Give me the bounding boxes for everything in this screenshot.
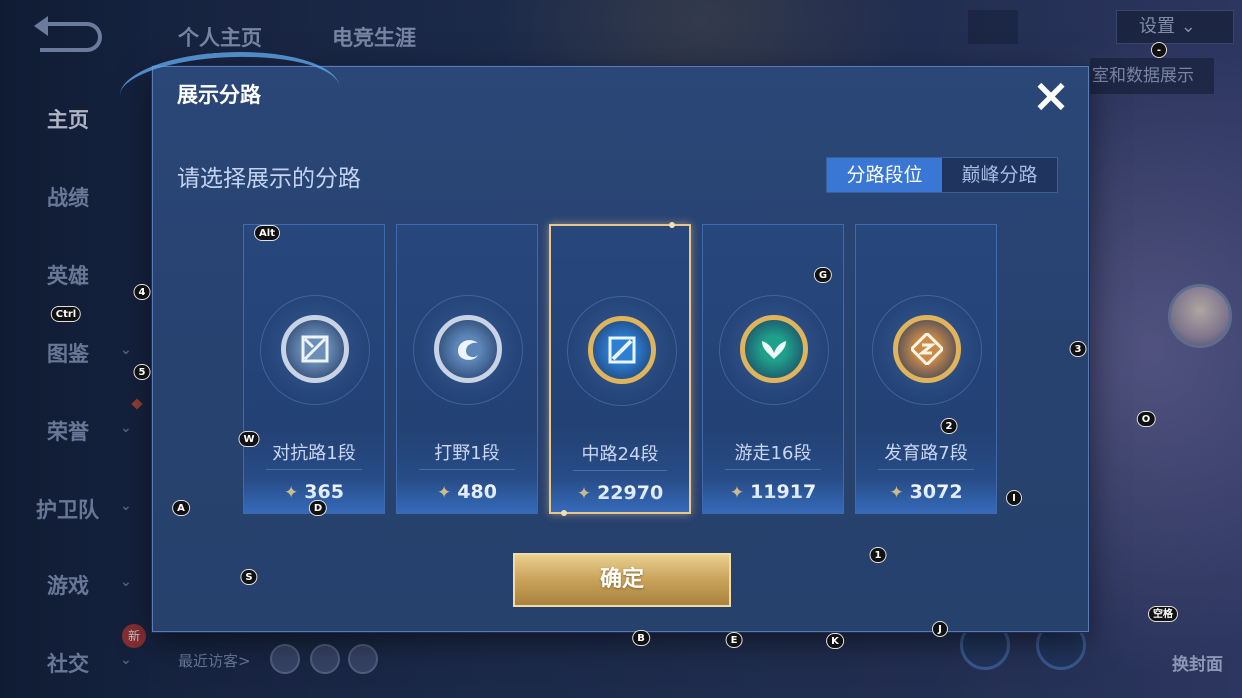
lane-rank-label: 发育路7段 bbox=[884, 443, 968, 464]
lane-rank-label: 游走16段 bbox=[734, 443, 812, 464]
lane-card[interactable]: 中路24段✦22970 bbox=[549, 222, 691, 516]
dialog-subtitle: 请选择展示的分路 bbox=[177, 166, 361, 192]
card-glow bbox=[397, 479, 537, 513]
lane-rank-label: 打野1段 bbox=[434, 443, 500, 464]
close-icon[interactable]: × bbox=[1027, 72, 1075, 121]
key-hint-badge: S bbox=[240, 569, 258, 585]
key-hint-badge: B bbox=[632, 630, 650, 646]
card-glow bbox=[856, 479, 996, 513]
lane-mode-tabs: 分路段位 巅峰分路 bbox=[826, 157, 1058, 193]
key-hint-badge: O bbox=[1136, 411, 1156, 427]
selection-dot bbox=[561, 510, 567, 516]
tab-peak-lane[interactable]: 巅峰分路 bbox=[942, 158, 1057, 192]
key-hint-badge: J bbox=[932, 621, 948, 637]
key-hint-badge: - bbox=[1151, 42, 1167, 58]
confirm-button[interactable]: 确定 bbox=[513, 553, 731, 607]
key-hint-badge: G bbox=[813, 267, 833, 283]
key-hint-badge: 1 bbox=[869, 547, 887, 563]
jungle-dragon-emblem-icon bbox=[434, 315, 502, 383]
key-hint-badge: Alt bbox=[254, 225, 280, 241]
lane-card[interactable]: 发育路7段✦3072 bbox=[855, 224, 997, 514]
key-hint-badge: 5 bbox=[133, 364, 151, 380]
key-hint-badge: Ctrl bbox=[50, 306, 82, 322]
divider bbox=[725, 469, 821, 470]
divider bbox=[266, 469, 362, 470]
key-hint-badge: D bbox=[308, 500, 328, 516]
key-hint-badge: I bbox=[1006, 490, 1022, 506]
lane-card[interactable]: 对抗路1段✦365 bbox=[243, 224, 385, 514]
lane-rank-label: 对抗路1段 bbox=[272, 443, 356, 464]
card-glow bbox=[703, 479, 843, 513]
lane-card[interactable]: 打野1段✦480 bbox=[396, 224, 538, 514]
divider bbox=[419, 469, 515, 470]
key-hint-badge: 4 bbox=[133, 284, 151, 300]
lane-rank-label: 中路24段 bbox=[581, 444, 659, 465]
key-hint-badge: W bbox=[238, 431, 260, 447]
key-hint-badge: A bbox=[172, 500, 190, 516]
key-hint-badge: E bbox=[725, 632, 743, 648]
mid-lane-emblem-icon bbox=[588, 316, 656, 384]
divider bbox=[573, 470, 667, 471]
selection-dot bbox=[669, 222, 675, 228]
key-hint-badge: 2 bbox=[940, 418, 958, 434]
divider bbox=[878, 469, 974, 470]
tab-lane-rank[interactable]: 分路段位 bbox=[827, 158, 942, 192]
lane-display-dialog: 展示分路 × 请选择展示的分路 分路段位 巅峰分路 对抗路1段✦365打野1段✦… bbox=[152, 66, 1089, 632]
roam-wings-emblem-icon bbox=[740, 315, 808, 383]
key-hint-badge: 空格 bbox=[1148, 606, 1178, 622]
key-hint-badge: K bbox=[826, 633, 844, 649]
clash-lane-emblem-icon bbox=[281, 315, 349, 383]
card-glow bbox=[551, 478, 689, 512]
farm-lane-emblem-icon bbox=[893, 315, 961, 383]
key-hint-badge: 3 bbox=[1069, 341, 1087, 357]
